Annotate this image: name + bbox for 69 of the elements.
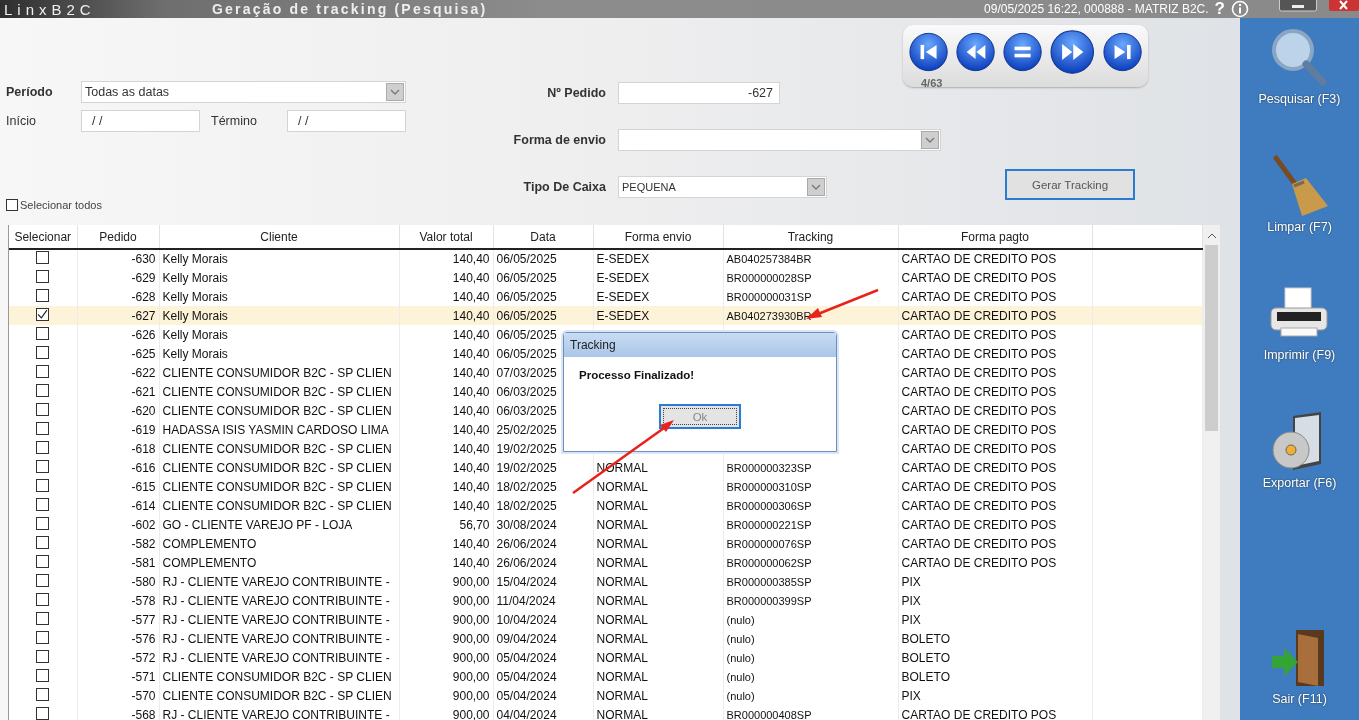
toolbar-button[interactable]: Exportar (F6)	[1262, 408, 1337, 490]
chevron-icon[interactable]	[386, 83, 404, 101]
window-title: Geração de tracking (Pesquisa)	[212, 1, 488, 17]
field-label: Tipo De Caixa	[522, 180, 606, 194]
chevron-icon[interactable]	[921, 131, 939, 149]
period-select[interactable]: Todas as datas	[81, 81, 406, 103]
next-button[interactable]	[1050, 27, 1095, 77]
row-checkbox[interactable]	[36, 649, 50, 663]
field-label: Nº Pedido	[546, 86, 606, 100]
box-type-select[interactable]: PEQUENA	[618, 176, 827, 198]
close-button[interactable]	[1329, 0, 1359, 12]
record-counter: 4/63	[921, 77, 944, 89]
generate-tracking-button[interactable]: Gerar Tracking	[1005, 169, 1135, 200]
select-all-checkbox[interactable]: Selecionar todos	[6, 199, 416, 211]
field-label: Período	[6, 85, 54, 99]
row-checkbox[interactable]	[36, 459, 50, 473]
scroll-thumb[interactable]	[1205, 245, 1218, 431]
chevron-icon[interactable]	[807, 178, 825, 196]
info-icon[interactable]	[1231, 0, 1249, 18]
row-checkbox[interactable]	[36, 326, 50, 340]
table-cell: NORMAL	[593, 705, 723, 720]
table-cell: -568	[77, 705, 159, 720]
table-cell: RJ - CLIENTE VAREJO CONTRIBUINTE -	[159, 705, 399, 720]
row-checkbox[interactable]	[36, 706, 50, 720]
center-button[interactable]	[1003, 30, 1043, 74]
row-checkbox[interactable]	[36, 554, 50, 568]
scrollbar[interactable]	[1203, 225, 1220, 720]
row-checkbox[interactable]	[36, 497, 50, 511]
row-checkbox[interactable]	[36, 383, 50, 397]
row-checkbox[interactable]	[36, 440, 50, 454]
session-info: 09/05/2025 16:22, 000888 - MATRIZ B2C.	[984, 2, 1209, 16]
toolbar-button[interactable]: Limpar (F7)	[1267, 152, 1332, 234]
toolbar-button[interactable]: Imprimir (F9)	[1263, 280, 1336, 362]
table-cell: 900,00	[399, 705, 493, 720]
previous-button[interactable]	[956, 30, 996, 74]
row-checkbox[interactable]	[36, 592, 50, 606]
row-checkbox[interactable]	[36, 535, 50, 549]
toolbar-button[interactable]: Pesquisar (F3)	[1258, 24, 1341, 106]
field-label: Início	[6, 114, 37, 128]
row-checkbox[interactable]	[36, 516, 50, 530]
row-checkbox[interactable]	[36, 251, 50, 264]
row-checkbox[interactable]	[36, 269, 50, 283]
order-number-field[interactable]: -627	[618, 82, 780, 104]
field-label: Forma de envio	[512, 133, 606, 147]
dialog-title: Tracking	[564, 333, 836, 357]
date-field[interactable]: / /	[287, 110, 406, 132]
row-checkbox[interactable]	[36, 668, 50, 682]
minimize-button[interactable]	[1279, 0, 1317, 12]
field-label: Término	[211, 114, 258, 128]
row-checkbox[interactable]	[36, 364, 50, 378]
first-record-button[interactable]	[909, 30, 949, 74]
toolbar-button[interactable]: Sair (F11)	[1267, 624, 1332, 706]
row-checkbox[interactable]	[36, 308, 50, 321]
row-checkbox[interactable]	[36, 611, 50, 625]
row-checkbox[interactable]	[36, 421, 50, 435]
row-checkbox[interactable]	[36, 573, 50, 587]
table-cell: BR000000408SP	[723, 705, 898, 720]
table-cell: CARTAO DE CREDITO POS	[898, 705, 1092, 720]
table-cell: 04/04/2024	[493, 705, 593, 720]
row-checkbox[interactable]	[36, 288, 50, 302]
date-field[interactable]: / /	[81, 110, 200, 132]
row-checkbox[interactable]	[36, 630, 50, 644]
row-checkbox[interactable]	[36, 478, 50, 492]
scroll-up-icon[interactable]	[1206, 231, 1217, 241]
last-record-button[interactable]	[1102, 30, 1142, 74]
app-name: LinxB2C	[3, 0, 97, 18]
row-checkbox[interactable]	[36, 345, 50, 359]
row-checkbox[interactable]	[36, 687, 50, 701]
row-checkbox[interactable]	[36, 402, 50, 416]
